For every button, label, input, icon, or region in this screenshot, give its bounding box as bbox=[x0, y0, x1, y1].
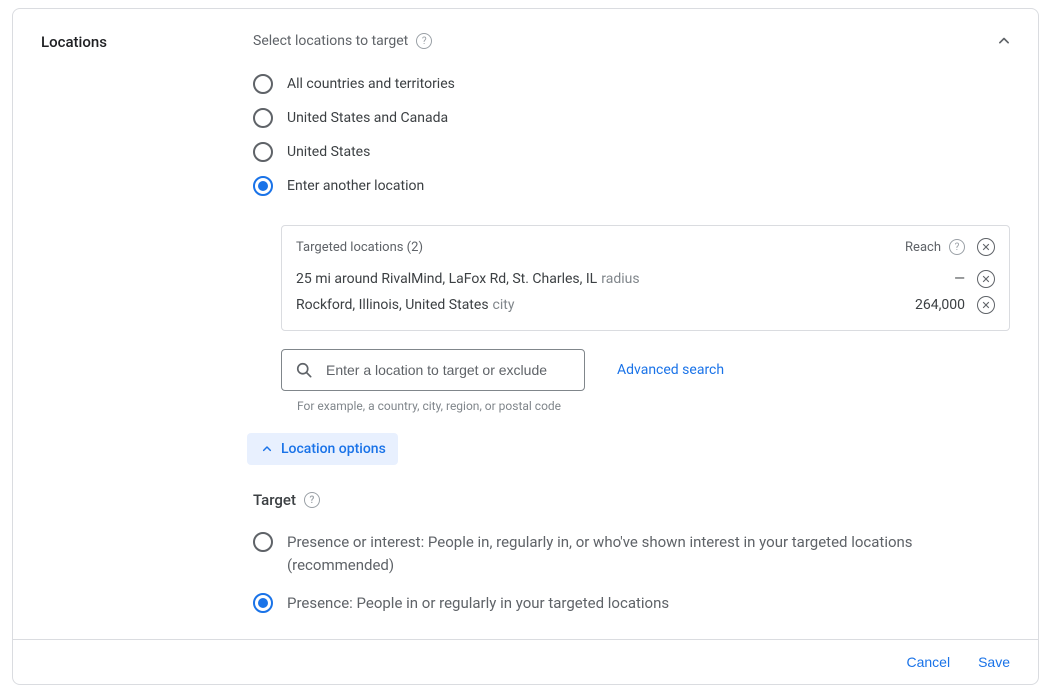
help-icon[interactable]: ? bbox=[416, 33, 432, 49]
radio-all-countries[interactable]: All countries and territories bbox=[253, 67, 1010, 101]
remove-all-icon[interactable]: ✕ bbox=[977, 238, 995, 256]
radio-icon bbox=[253, 532, 273, 552]
advanced-search-link[interactable]: Advanced search bbox=[617, 362, 724, 378]
target-radio-presence-interest[interactable]: Presence or interest: People in, regular… bbox=[253, 523, 1010, 584]
remove-location-icon[interactable]: ✕ bbox=[977, 296, 995, 314]
search-row: Advanced search bbox=[281, 349, 1010, 391]
targeted-header: Targeted locations (2) Reach ? ✕ bbox=[296, 238, 995, 256]
section-title: Locations bbox=[41, 33, 253, 51]
radio-icon bbox=[253, 142, 273, 162]
location-type: city bbox=[493, 297, 515, 313]
chevron-up-icon bbox=[259, 441, 275, 457]
search-hint: For example, a country, city, region, or… bbox=[297, 399, 1010, 413]
radio-icon bbox=[253, 593, 273, 613]
card-footer: Cancel Save bbox=[13, 639, 1038, 684]
left-column: Locations bbox=[41, 33, 253, 623]
radio-us[interactable]: United States bbox=[253, 135, 1010, 169]
cancel-button[interactable]: Cancel bbox=[906, 654, 950, 670]
location-options-label: Location options bbox=[281, 441, 386, 457]
reach-header-label: Reach bbox=[905, 240, 941, 255]
location-search-box[interactable] bbox=[281, 349, 585, 391]
location-name: 25 mi around RivalMind, LaFox Rd, St. Ch… bbox=[296, 271, 597, 287]
right-column: Select locations to target ? All countri… bbox=[253, 33, 1010, 623]
target-radio-presence[interactable]: Presence: People in or regularly in your… bbox=[253, 584, 1010, 623]
locations-card: Locations Select locations to target ? A… bbox=[12, 8, 1039, 685]
subheader-text: Select locations to target bbox=[253, 33, 408, 49]
target-header: Target ? bbox=[253, 491, 1010, 509]
radio-label: All countries and territories bbox=[287, 76, 455, 92]
search-input[interactable] bbox=[326, 362, 572, 378]
radio-icon bbox=[253, 74, 273, 94]
help-icon[interactable]: ? bbox=[304, 492, 320, 508]
radio-another-location[interactable]: Enter another location bbox=[253, 169, 1010, 203]
radio-icon bbox=[253, 108, 273, 128]
radio-icon bbox=[253, 176, 273, 196]
reach-value: 264,000 bbox=[909, 297, 965, 313]
reach-value: — bbox=[909, 271, 965, 287]
targeted-header-label: Targeted locations (2) bbox=[296, 240, 423, 255]
radio-label: United States and Canada bbox=[287, 110, 448, 126]
save-button[interactable]: Save bbox=[978, 654, 1010, 670]
collapse-icon[interactable] bbox=[994, 31, 1014, 51]
target-header-label: Target bbox=[253, 491, 296, 509]
targeted-location-row: 25 mi around RivalMind, LaFox Rd, St. Ch… bbox=[296, 266, 995, 292]
subheader-row: Select locations to target ? bbox=[253, 33, 1010, 49]
radio-label: Enter another location bbox=[287, 178, 424, 194]
target-option-label: Presence or interest: People in, regular… bbox=[287, 531, 947, 576]
help-icon[interactable]: ? bbox=[949, 239, 965, 255]
radio-us-canada[interactable]: United States and Canada bbox=[253, 101, 1010, 135]
remove-location-icon[interactable]: ✕ bbox=[977, 270, 995, 288]
location-name: Rockford, Illinois, United States bbox=[296, 297, 489, 313]
targeted-location-row: Rockford, Illinois, United States city 2… bbox=[296, 292, 995, 318]
target-option-label: Presence: People in or regularly in your… bbox=[287, 592, 669, 615]
location-options-toggle[interactable]: Location options bbox=[247, 433, 398, 465]
search-icon bbox=[294, 360, 314, 380]
location-type: radius bbox=[601, 271, 639, 287]
radio-label: United States bbox=[287, 144, 370, 160]
targeted-locations-box: Targeted locations (2) Reach ? ✕ 25 mi a… bbox=[281, 225, 1010, 331]
card-body: Locations Select locations to target ? A… bbox=[13, 9, 1038, 639]
target-section: Target ? Presence or interest: People in… bbox=[253, 491, 1010, 623]
